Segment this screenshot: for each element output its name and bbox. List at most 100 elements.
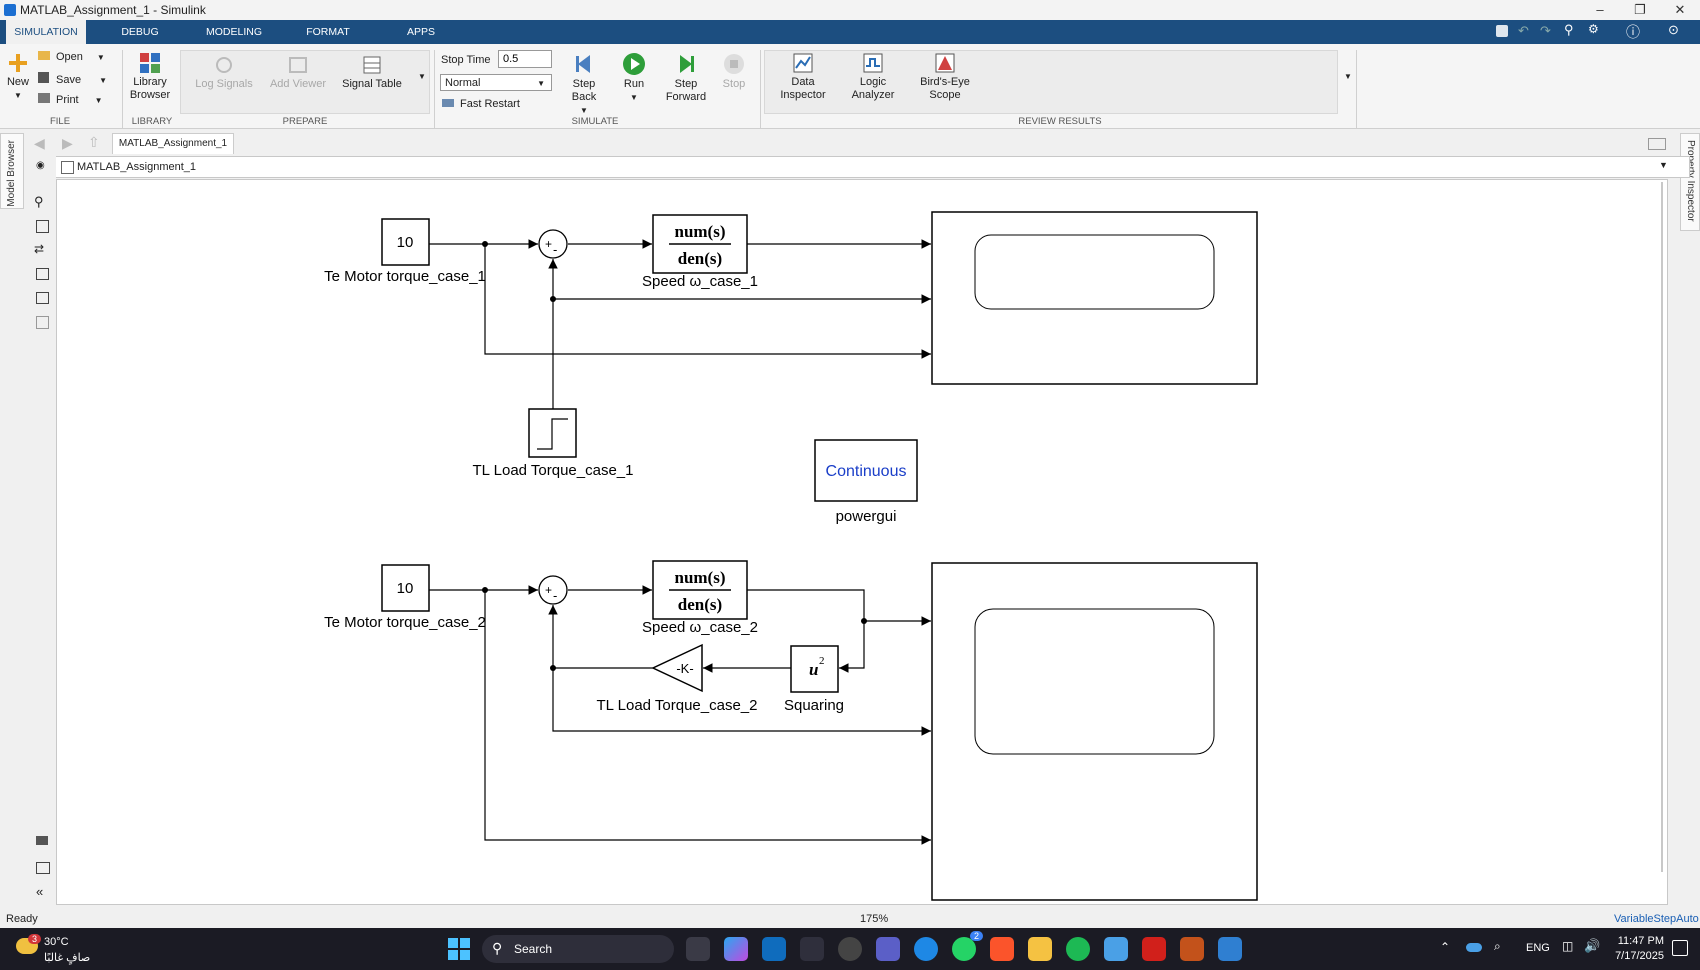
simulation-mode-select[interactable]: Normal ▼ — [440, 74, 552, 91]
minimize-ribbon-icon[interactable]: ⊙ — [1668, 22, 1679, 38]
restore-button[interactable]: ❐ — [1620, 0, 1660, 20]
step-block-case-1[interactable] — [528, 408, 577, 458]
run-button[interactable]: Run ▼ — [612, 52, 656, 104]
copilot-icon[interactable] — [724, 937, 748, 961]
area-icon[interactable] — [36, 316, 49, 329]
clock-time[interactable]: 11:47 PM — [1616, 935, 1664, 947]
solver-link[interactable]: VariableStepAuto — [1614, 913, 1699, 925]
model-tab[interactable]: MATLAB_Assignment_1 — [112, 133, 234, 154]
model-browser-tab[interactable]: Model Browser — [0, 133, 24, 209]
log-signals-button[interactable]: Log Signals — [194, 54, 254, 91]
search-box[interactable]: ⚲ Search — [482, 935, 674, 963]
transfer-function-block-case-1[interactable]: num(s) den(s) — [652, 214, 748, 274]
teams-icon[interactable] — [876, 937, 900, 961]
step-forward-button[interactable]: Step Forward — [664, 52, 708, 104]
up-icon[interactable]: ⇧ — [88, 134, 100, 151]
model-canvas[interactable]: 10 Te Motor torque_case_1 + - num(s) den… — [56, 179, 1668, 905]
edge-icon[interactable] — [914, 937, 938, 961]
gain-block-case-2[interactable]: -K- — [651, 643, 703, 693]
new-button[interactable]: New ▼ — [4, 52, 32, 102]
spotify-icon[interactable] — [1066, 937, 1090, 961]
powergui-block[interactable]: Continuous — [814, 439, 918, 502]
undo-icon[interactable]: ↶ — [1518, 23, 1529, 39]
minimize-button[interactable]: – — [1580, 0, 1620, 20]
breadcrumb-item[interactable]: MATLAB_Assignment_1 — [77, 161, 196, 173]
annotation-icon[interactable] — [36, 268, 49, 280]
community-icon[interactable]: ⚙ — [1588, 22, 1599, 36]
notepad-icon[interactable] — [1104, 937, 1128, 961]
image-icon[interactable] — [36, 292, 49, 304]
tab-modeling[interactable]: MODELING — [196, 20, 272, 44]
add-viewer-button[interactable]: Add Viewer — [268, 54, 328, 91]
zoom-icon[interactable]: ⚲ — [34, 194, 44, 210]
vertical-scrollbar[interactable] — [1661, 182, 1663, 872]
sum-block-case-2[interactable]: + - — [538, 575, 568, 605]
file-explorer-icon[interactable] — [1028, 937, 1052, 961]
library-browser-icon — [140, 53, 160, 73]
help-icon[interactable]: ⓘ — [1626, 22, 1640, 42]
gain-value: -K- — [676, 661, 693, 676]
save-quick-icon[interactable] — [1496, 25, 1508, 37]
sum-block-case-1[interactable]: + - — [538, 229, 568, 259]
constant-block-case-1[interactable]: 10 — [381, 218, 430, 266]
divider — [760, 50, 761, 128]
chevron-down-icon[interactable]: ▼ — [1659, 160, 1668, 170]
network-icon[interactable]: ⌕ — [1494, 939, 1501, 954]
fast-restart-toggle[interactable]: Fast Restart — [442, 98, 520, 110]
print-button[interactable]: Print ▼ — [38, 93, 103, 107]
data-inspector-button[interactable]: Data Inspector — [774, 52, 832, 102]
chevron-up-icon[interactable]: ⌃ — [1440, 940, 1450, 954]
matlab-icon[interactable] — [1180, 937, 1204, 961]
tab-format[interactable]: FORMAT — [292, 20, 364, 44]
birds-eye-scope-button[interactable]: Bird's-Eye Scope — [914, 52, 976, 102]
clock-date[interactable]: 7/17/2025 — [1612, 950, 1664, 962]
logic-analyzer-button[interactable]: Logic Analyzer — [844, 52, 902, 102]
forward-icon[interactable]: ▶ — [62, 135, 73, 152]
language-indicator[interactable]: ENG — [1526, 942, 1550, 954]
tab-apps[interactable]: APPS — [388, 20, 454, 44]
clock-app-icon[interactable] — [838, 937, 862, 961]
windows-start-icon[interactable] — [448, 938, 470, 960]
stop-label: Stop — [722, 78, 746, 90]
camera-icon[interactable] — [36, 836, 48, 845]
outlook-icon[interactable] — [762, 937, 786, 961]
arrow-icon[interactable]: ⇄ — [34, 242, 44, 256]
acrobat-icon[interactable] — [1142, 937, 1166, 961]
scope-block-case-1[interactable] — [931, 211, 1258, 385]
logic-analyzer-icon — [863, 53, 883, 73]
hide-explorer-icon[interactable]: ◉ — [36, 160, 45, 171]
library-browser-button[interactable]: Library Browser — [126, 52, 174, 102]
tab-simulation[interactable]: SIMULATION — [6, 20, 86, 44]
brave-icon[interactable] — [990, 937, 1014, 961]
volume-icon[interactable]: 🔊 — [1584, 938, 1600, 954]
save-icon — [38, 72, 49, 83]
squaring-block-case-2[interactable]: u 2 — [790, 645, 839, 693]
task-view-icon[interactable] — [686, 937, 710, 961]
store-icon[interactable] — [800, 937, 824, 961]
review-expand-icon[interactable]: ▼ — [1344, 72, 1352, 81]
redo-icon[interactable]: ↷ — [1540, 23, 1551, 39]
scope-block-case-2[interactable] — [931, 562, 1258, 901]
close-button[interactable]: ✕ — [1660, 0, 1700, 20]
transfer-function-block-case-2[interactable]: num(s) den(s) — [652, 560, 748, 620]
search-icon[interactable]: ⚲ — [1564, 22, 1574, 38]
onedrive-icon[interactable] — [1466, 943, 1482, 952]
step-back-button[interactable]: Step Back ▼ — [562, 52, 606, 117]
fit-view-icon[interactable] — [36, 220, 49, 233]
tab-debug[interactable]: DEBUG — [104, 20, 176, 44]
signal-table-button[interactable]: Signal Table — [342, 54, 402, 91]
constant-block-case-2[interactable]: 10 — [381, 564, 430, 612]
simulink-icon[interactable] — [1218, 937, 1242, 961]
hide-show-explorer-icon[interactable] — [1648, 138, 1666, 150]
open-button[interactable]: Open ▼ — [38, 51, 105, 64]
model-data-icon[interactable] — [36, 862, 50, 874]
prepare-expand-icon[interactable]: ▼ — [418, 72, 426, 81]
powergui-text: Continuous — [826, 463, 907, 480]
stop-time-input[interactable] — [498, 50, 552, 68]
collapse-icon[interactable]: « — [36, 884, 43, 899]
save-button[interactable]: Save ▼ — [38, 72, 107, 87]
stop-button[interactable]: Stop — [714, 52, 754, 91]
notification-icon[interactable] — [1672, 940, 1688, 956]
back-icon[interactable]: ◀ — [34, 135, 45, 152]
display-icon[interactable]: ◫ — [1562, 939, 1573, 953]
